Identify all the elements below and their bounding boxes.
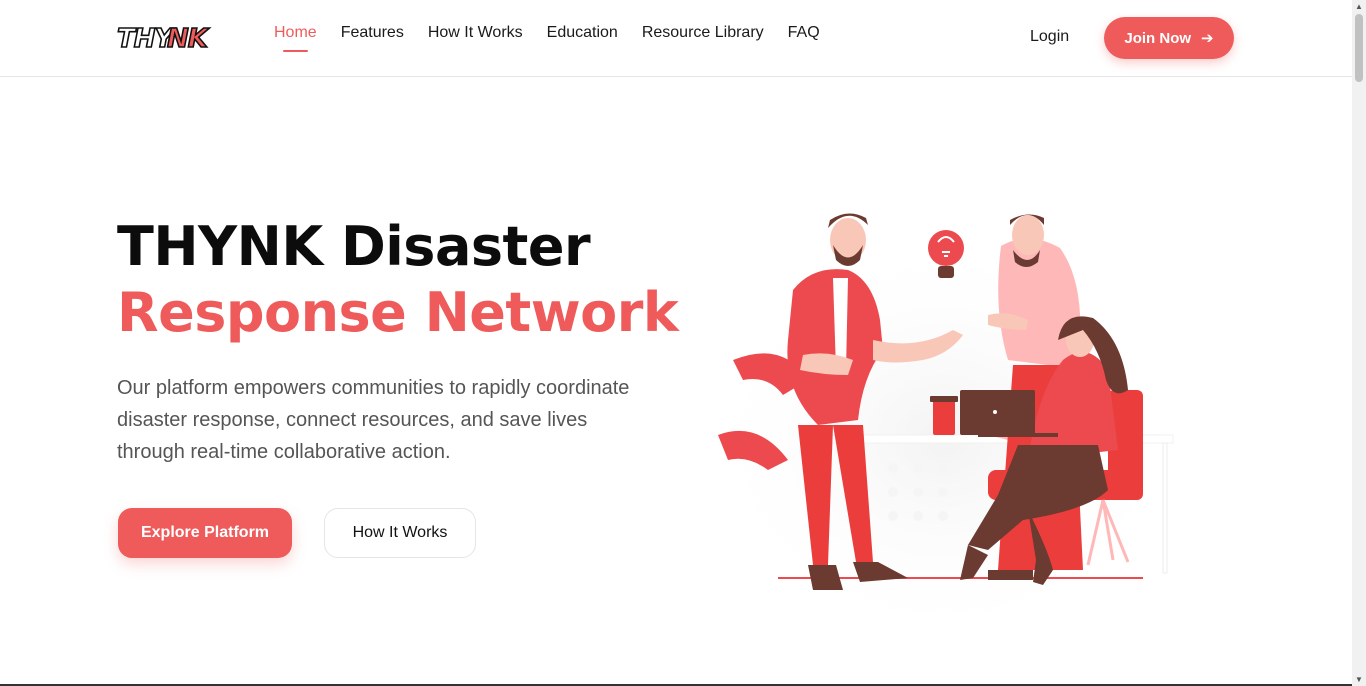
top-navbar: THY NK Home Features How It Works Educat… — [0, 0, 1352, 77]
hero-title: THYNK Disaster Response Network — [117, 214, 679, 346]
nav-faq[interactable]: FAQ — [788, 24, 820, 48]
explore-platform-button[interactable]: Explore Platform — [118, 508, 292, 558]
nav-resource-library[interactable]: Resource Library — [642, 24, 764, 48]
nav-features[interactable]: Features — [341, 24, 404, 48]
scrollbar-thumb[interactable] — [1355, 14, 1363, 82]
svg-text:NK: NK — [167, 24, 210, 54]
team-collaboration-illustration — [698, 210, 1188, 630]
scroll-up-icon[interactable]: ▲ — [1355, 2, 1363, 11]
vertical-scrollbar[interactable]: ▲ ▼ — [1352, 0, 1366, 686]
thynk-logo[interactable]: THY NK — [117, 20, 212, 56]
hero-title-line1: THYNK Disaster — [117, 215, 591, 278]
join-now-button[interactable]: Join Now ➔ — [1104, 17, 1234, 59]
join-now-label: Join Now — [1124, 29, 1192, 47]
hero-title-line2: Response Network — [117, 281, 679, 344]
scroll-down-icon[interactable]: ▼ — [1355, 675, 1363, 684]
main-nav: Home Features How It Works Education Res… — [274, 24, 844, 52]
nav-education[interactable]: Education — [547, 24, 618, 48]
login-link[interactable]: Login — [1030, 28, 1069, 46]
arrow-right-icon: ➔ — [1201, 30, 1214, 47]
nav-how-it-works[interactable]: How It Works — [428, 24, 523, 48]
hero-description: Our platform empowers communities to rap… — [117, 377, 630, 463]
nav-home[interactable]: Home — [274, 24, 317, 52]
how-it-works-button[interactable]: How It Works — [324, 508, 476, 558]
